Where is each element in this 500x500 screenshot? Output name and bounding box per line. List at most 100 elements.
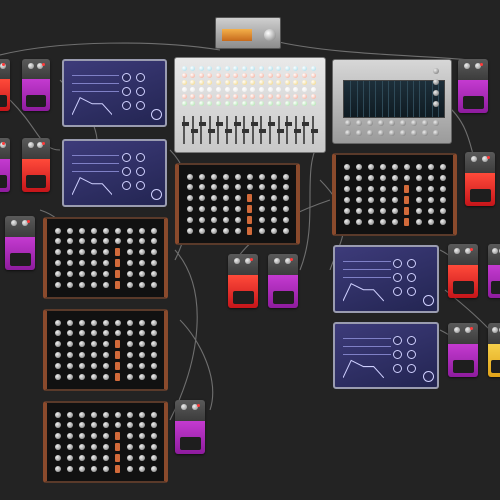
module-knob[interactable] xyxy=(126,238,133,245)
module-knob[interactable] xyxy=(90,466,97,472)
mixer-knob[interactable] xyxy=(267,80,273,85)
module-knob[interactable] xyxy=(54,238,61,245)
module-knob[interactable] xyxy=(126,341,133,347)
mixer-knob[interactable] xyxy=(258,66,264,71)
fader-cap[interactable] xyxy=(182,122,189,126)
module-knob[interactable] xyxy=(66,466,73,472)
synth-knob[interactable] xyxy=(393,336,403,345)
module-knob[interactable] xyxy=(210,206,217,212)
pedal-knob[interactable] xyxy=(464,63,470,69)
mixer-console[interactable] xyxy=(174,57,326,153)
module-knob[interactable] xyxy=(198,217,205,223)
fader-cap[interactable] xyxy=(285,122,293,126)
module-knob[interactable] xyxy=(138,374,145,380)
mixer-knob[interactable] xyxy=(181,101,187,106)
synth-knob[interactable] xyxy=(407,259,417,268)
module-knob[interactable] xyxy=(258,217,265,223)
sequencer-knob[interactable] xyxy=(433,68,439,74)
mixer-knob[interactable] xyxy=(241,73,247,78)
module-knob[interactable] xyxy=(246,184,253,191)
module-knob[interactable] xyxy=(415,208,422,214)
module-knob[interactable] xyxy=(186,173,193,180)
mixer-knob[interactable] xyxy=(284,73,290,78)
mixer-knob[interactable] xyxy=(233,94,239,99)
pedal-knob[interactable] xyxy=(471,156,477,162)
module-knob[interactable] xyxy=(114,422,121,429)
module-knob[interactable] xyxy=(150,433,157,439)
module-knob[interactable] xyxy=(102,319,109,326)
module-knob[interactable] xyxy=(90,330,97,337)
mixer-knob[interactable] xyxy=(207,87,213,92)
module-knob[interactable] xyxy=(78,282,85,288)
synth-knob[interactable] xyxy=(121,101,131,110)
sequencer-knob[interactable] xyxy=(400,120,406,126)
fader-cap[interactable] xyxy=(259,129,267,133)
wood-module-2[interactable] xyxy=(332,153,457,236)
mixer-knob[interactable] xyxy=(215,87,221,92)
fader-cap[interactable] xyxy=(247,227,252,235)
module-knob[interactable] xyxy=(270,206,277,212)
module-knob[interactable] xyxy=(102,444,109,450)
footswitch[interactable] xyxy=(179,437,201,450)
footswitch[interactable] xyxy=(469,189,491,202)
module-knob[interactable] xyxy=(210,228,217,234)
mixer-knob[interactable] xyxy=(293,73,299,78)
sequencer-knob[interactable] xyxy=(400,130,406,136)
module-knob[interactable] xyxy=(210,173,217,180)
module-knob[interactable] xyxy=(126,352,133,358)
mixer-knob[interactable] xyxy=(293,101,299,106)
module-knob[interactable] xyxy=(138,330,145,337)
module-knob[interactable] xyxy=(66,411,73,418)
mixer-knob[interactable] xyxy=(224,73,230,78)
module-knob[interactable] xyxy=(150,341,157,347)
module-knob[interactable] xyxy=(222,195,229,201)
fader-cap[interactable] xyxy=(404,218,409,226)
module-knob[interactable] xyxy=(186,206,193,212)
mixer-knob[interactable] xyxy=(198,66,204,71)
module-knob[interactable] xyxy=(439,219,446,225)
module-knob[interactable] xyxy=(66,455,73,461)
module-knob[interactable] xyxy=(355,208,362,214)
module-knob[interactable] xyxy=(90,249,97,255)
module-knob[interactable] xyxy=(379,175,386,181)
module-knob[interactable] xyxy=(270,173,277,180)
module-knob[interactable] xyxy=(391,175,398,181)
module-knob[interactable] xyxy=(66,433,73,439)
effect-pedal[interactable] xyxy=(458,59,488,113)
wood-module-1[interactable] xyxy=(175,163,300,245)
module-knob[interactable] xyxy=(54,466,61,472)
module-knob[interactable] xyxy=(78,260,85,266)
mixer-knob[interactable] xyxy=(301,101,307,106)
fader-cap[interactable] xyxy=(225,129,232,133)
mixer-knob[interactable] xyxy=(284,66,290,71)
synth-knob[interactable] xyxy=(121,73,131,82)
mixer-knob[interactable] xyxy=(267,66,273,71)
module-knob[interactable] xyxy=(102,363,109,369)
module-knob[interactable] xyxy=(138,271,145,277)
module-knob[interactable] xyxy=(90,319,97,326)
fader-cap[interactable] xyxy=(247,216,252,224)
module-knob[interactable] xyxy=(270,228,277,234)
module-knob[interactable] xyxy=(186,184,193,191)
synth-knob[interactable] xyxy=(135,153,145,162)
module-knob[interactable] xyxy=(78,433,85,439)
module-knob[interactable] xyxy=(150,363,157,369)
footswitch[interactable] xyxy=(272,291,294,304)
mixer-knob[interactable] xyxy=(301,66,307,71)
module-knob[interactable] xyxy=(78,411,85,418)
fader-cap[interactable] xyxy=(233,122,241,126)
module-knob[interactable] xyxy=(367,186,374,192)
module-knob[interactable] xyxy=(150,249,157,255)
module-knob[interactable] xyxy=(90,363,97,369)
module-knob[interactable] xyxy=(54,282,61,288)
module-knob[interactable] xyxy=(78,330,85,337)
mixer-knob[interactable] xyxy=(284,87,290,92)
fader-cap[interactable] xyxy=(115,270,120,278)
sequencer-knob[interactable] xyxy=(411,130,417,136)
module-knob[interactable] xyxy=(234,195,241,201)
pedal-knob[interactable] xyxy=(492,248,498,254)
fader-cap[interactable] xyxy=(115,432,120,440)
module-knob[interactable] xyxy=(66,227,73,234)
module-knob[interactable] xyxy=(66,238,73,245)
module-knob[interactable] xyxy=(234,173,241,180)
